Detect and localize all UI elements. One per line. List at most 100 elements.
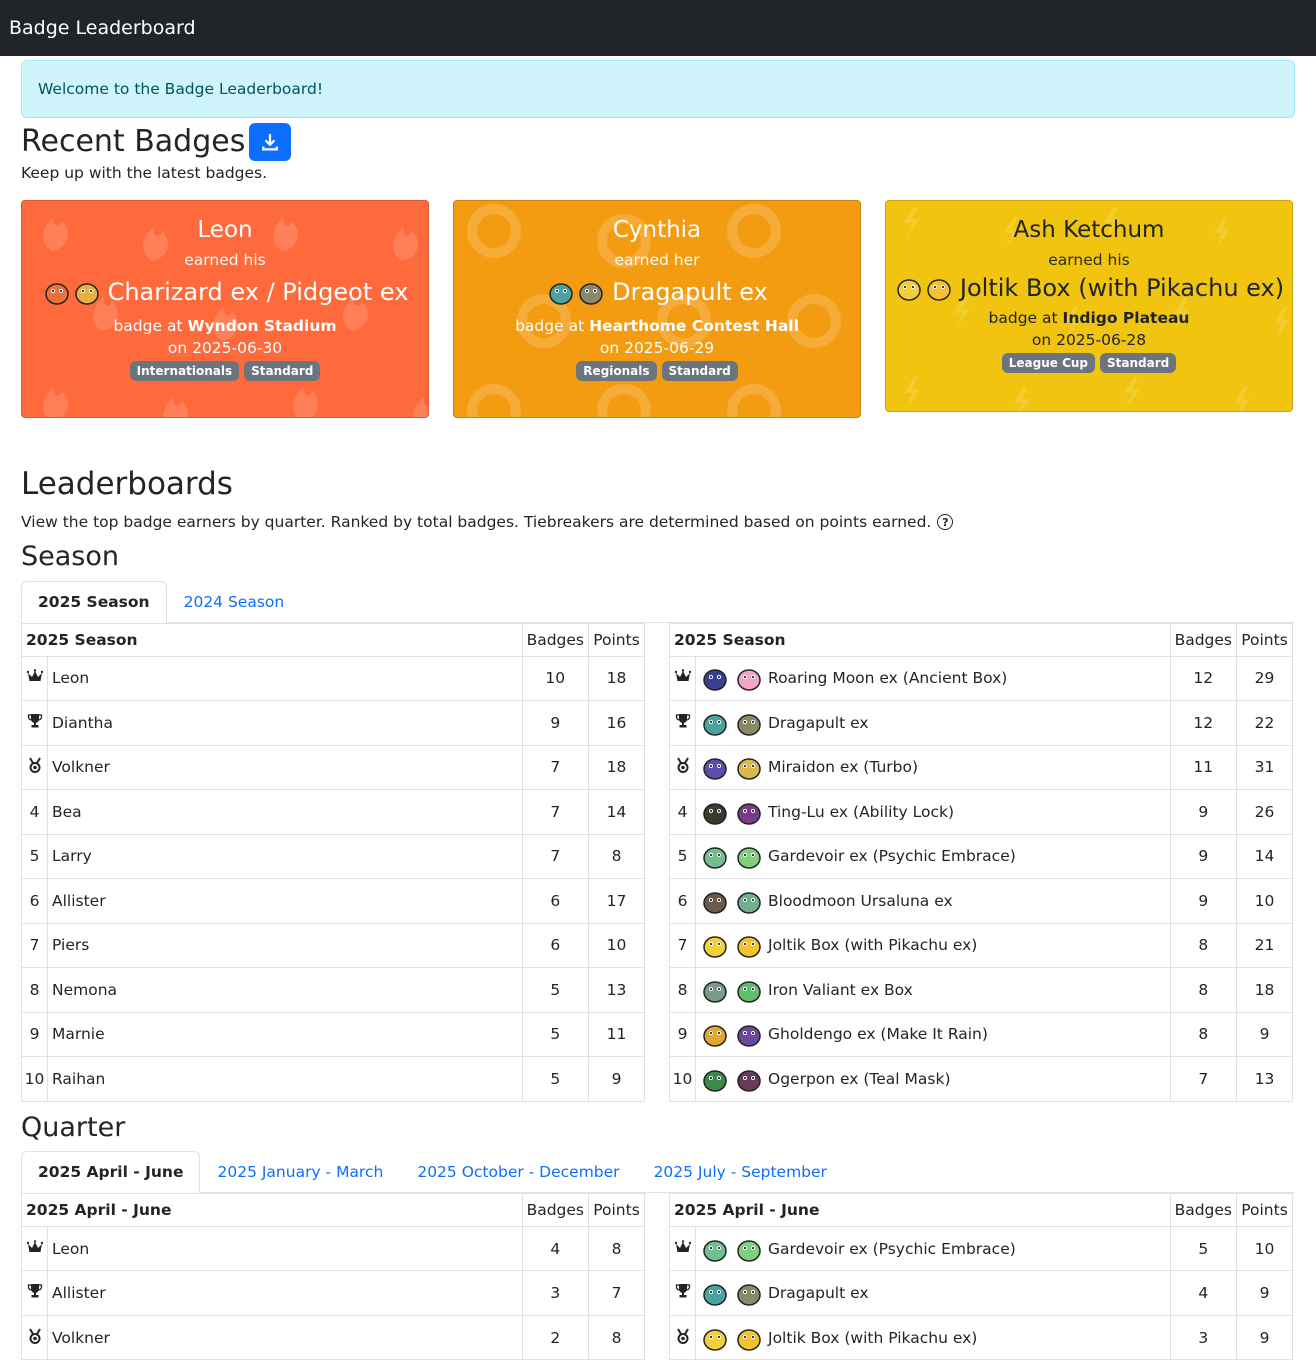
table-row[interactable]: 8 Nemona 5 13 (21, 967, 645, 1013)
navbar-brand[interactable]: Badge Leaderboard (9, 17, 196, 39)
tab-2025-april-june[interactable]: 2025 April - June (21, 1150, 201, 1193)
table-row[interactable]: 10 Ogerpon ex (Teal Mask) 7 13 (669, 1056, 1293, 1102)
pokemon-sprite-icon (700, 663, 730, 693)
table-row[interactable]: 4 Bea 7 14 (21, 789, 645, 835)
deck-name-wrapper: Iron Valiant ex Box (700, 975, 1166, 1005)
player-name[interactable]: Nemona (52, 981, 117, 999)
table-row[interactable]: 7 Joltik Box (with Pikachu ex) 8 21 (669, 922, 1293, 969)
badges-count: 7 (1169, 1056, 1238, 1102)
deck-name[interactable]: Gardevoir ex (Psychic Embrace) (768, 1240, 1016, 1258)
deck-name-wrapper: Joltik Box (with Pikachu ex) (700, 1323, 1166, 1353)
player-name[interactable]: Larry (52, 847, 92, 865)
table-row[interactable]: Leon 10 18 (21, 655, 645, 702)
deck-name[interactable]: Dragapult ex (768, 714, 869, 732)
column-header-name: 2025 Season (21, 622, 523, 657)
badges-count: 6 (521, 878, 590, 924)
crown-icon (674, 1240, 691, 1258)
deck-name-wrapper: Ting-Lu ex (Ability Lock) (700, 797, 1166, 827)
header-row: 2025 Season Badges Points (669, 622, 1293, 657)
table-row[interactable]: 8 Iron Valiant ex Box 8 18 (669, 967, 1293, 1013)
rank-cell: 10 (669, 1056, 696, 1102)
deck-name[interactable]: Dragapult ex (768, 1284, 869, 1302)
tab-2025-october-december[interactable]: 2025 October - December (400, 1151, 636, 1192)
table-row[interactable]: Diantha 9 16 (21, 700, 645, 746)
rank-number: 5 (677, 847, 688, 866)
tag-badge: Standard (244, 361, 321, 381)
player-name[interactable]: Volkner (52, 1329, 110, 1347)
table-row[interactable]: 9 Gholdengo ex (Make It Rain) 8 9 (669, 1011, 1293, 1058)
table-row[interactable]: 10 Raihan 5 9 (21, 1056, 645, 1102)
column-header-name: 2025 Season (669, 622, 1171, 657)
player-name[interactable]: Bea (52, 803, 82, 821)
tab-2025-july-september[interactable]: 2025 July - September (637, 1151, 844, 1192)
rank-cell (21, 1225, 48, 1272)
table-row[interactable]: Roaring Moon ex (Ancient Box) 12 29 (669, 655, 1293, 702)
badges-count: 7 (521, 744, 590, 791)
card-tags: Regionals Standard (454, 361, 860, 381)
table-row[interactable]: 6 Allister 6 17 (21, 878, 645, 924)
rank-cell: 4 (21, 789, 48, 835)
table-row[interactable]: Gardevoir ex (Psychic Embrace) 5 10 (669, 1225, 1293, 1272)
table-row[interactable]: Allister 3 7 (21, 1270, 645, 1316)
table-row[interactable]: 4 Ting-Lu ex (Ability Lock) 9 26 (669, 789, 1293, 835)
table-row[interactable]: Dragapult ex 4 9 (669, 1270, 1293, 1316)
player-name[interactable]: Leon (52, 1240, 89, 1258)
card-venue-prefix: badge at (113, 317, 183, 335)
badges-count: 5 (1169, 1225, 1238, 1272)
deck-name[interactable]: Joltik Box (with Pikachu ex) (768, 1329, 977, 1347)
pokemon-sprite-icon (700, 708, 730, 738)
deck-name[interactable]: Iron Valiant ex Box (768, 981, 913, 999)
card-earned-text: earned his (184, 251, 266, 269)
player-name[interactable]: Allister (52, 892, 106, 910)
deck-name[interactable]: Gholdengo ex (Make It Rain) (768, 1025, 988, 1043)
deck-name[interactable]: Joltik Box (with Pikachu ex) (768, 936, 977, 954)
tab-2025-january-march[interactable]: 2025 January - March (200, 1151, 400, 1192)
pokemon-sprite-icon (72, 277, 102, 307)
player-name[interactable]: Leon (52, 669, 89, 687)
table-row[interactable]: 5 Larry 7 8 (21, 833, 645, 880)
download-button[interactable] (249, 123, 292, 161)
table-row[interactable]: Miraidon ex (Turbo) 11 31 (669, 744, 1293, 791)
rank-cell: 10 (21, 1056, 48, 1102)
table-body: Gardevoir ex (Psychic Embrace) 5 10 Dragapu… (669, 1225, 1293, 1360)
points-count: 11 (588, 1011, 645, 1058)
player-name[interactable]: Allister (52, 1284, 106, 1302)
deck-name[interactable]: Gardevoir ex (Psychic Embrace) (768, 847, 1016, 865)
season-deck-table: 2025 Season Badges Points Roaring Moon ex (… (669, 622, 1293, 1102)
player-name[interactable]: Marnie (52, 1025, 105, 1043)
deck-name[interactable]: Ting-Lu ex (Ability Lock) (768, 803, 954, 821)
badges-count: 7 (521, 833, 590, 880)
table-row[interactable]: Dragapult ex 12 22 (669, 700, 1293, 746)
tab-2025-season[interactable]: 2025 Season (21, 580, 167, 623)
recent-badge-card[interactable]: Ash Ketchum earned his Joltik Box (with Pi… (885, 200, 1293, 412)
table-row[interactable]: 5 Gardevoir ex (Psychic Embrace) 9 14 (669, 833, 1293, 880)
table-row[interactable]: Volkner 2 8 (21, 1314, 645, 1360)
deck-name[interactable]: Roaring Moon ex (Ancient Box) (768, 669, 1007, 687)
season-tables: 2025 Season Badges Points Leon 10 18 Diantha 9 1… (21, 622, 1295, 1102)
table-row[interactable]: 6 Bloodmoon Ursaluna ex 9 10 (669, 878, 1293, 924)
table-row[interactable]: 7 Piers 6 10 (21, 922, 645, 969)
player-name[interactable]: Raihan (52, 1070, 105, 1088)
badges-count: 4 (1169, 1270, 1238, 1316)
help-icon[interactable]: ? (937, 514, 954, 531)
card-venue-prefix: badge at (988, 309, 1058, 327)
column-header-badges: Badges (1169, 1192, 1238, 1227)
table-row[interactable]: Joltik Box (with Pikachu ex) 3 9 (669, 1314, 1293, 1360)
player-name[interactable]: Piers (52, 936, 89, 954)
deck-name[interactable]: Ogerpon ex (Teal Mask) (768, 1070, 951, 1088)
table-row[interactable]: 9 Marnie 5 11 (21, 1011, 645, 1058)
deck-name[interactable]: Miraidon ex (Turbo) (768, 758, 918, 776)
player-name[interactable]: Volkner (52, 758, 110, 776)
table-row[interactable]: Volkner 7 18 (21, 744, 645, 791)
recent-badge-card[interactable]: Leon earned his Charizard ex / Pidgeot ex b… (21, 200, 429, 418)
badges-count: 5 (521, 1011, 590, 1058)
deck-name[interactable]: Bloodmoon Ursaluna ex (768, 892, 953, 910)
recent-badge-card[interactable]: Cynthia earned her Dragapult ex badge at He… (453, 200, 861, 418)
card-earned-text: earned her (614, 251, 700, 269)
pokemon-sprite-icon (700, 1234, 730, 1264)
tab-2024-season[interactable]: 2024 Season (167, 581, 302, 622)
badges-count: 5 (521, 967, 590, 1013)
player-name[interactable]: Diantha (52, 714, 113, 732)
navbar: Badge Leaderboard (0, 0, 1316, 56)
table-row[interactable]: Leon 4 8 (21, 1225, 645, 1272)
